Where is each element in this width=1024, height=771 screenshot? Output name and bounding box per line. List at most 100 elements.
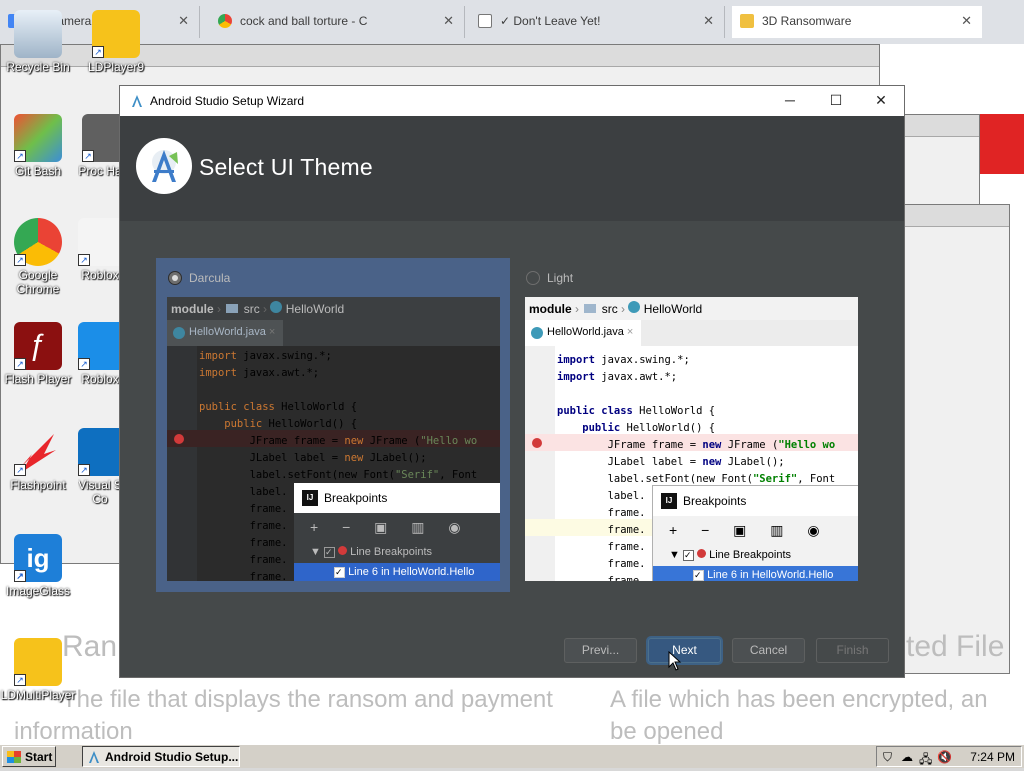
breakpoint-group-label: Line Breakpoints (709, 549, 792, 561)
minimize-icon[interactable]: ─ (770, 90, 810, 112)
expand-arrow-icon: ▼ (310, 546, 321, 558)
start-button[interactable]: Start (2, 746, 56, 767)
code-line: frame. (199, 554, 288, 566)
vscode-icon: ↗ (78, 428, 122, 476)
preview-breadcrumb: module › src › HelloWorld (525, 297, 858, 320)
shield-icon[interactable]: ⛉ (883, 750, 892, 765)
breakpoints-title: Breakpoints (683, 494, 747, 508)
desktop-icon-recycle-bin[interactable]: Recycle Bin (0, 10, 76, 74)
code-line: public class HelloWorld { (199, 401, 358, 413)
page-icon (478, 14, 492, 28)
breakpoints-toolbar: + − ▣ ▥ ◉ (669, 522, 830, 538)
desktop-icon-ldplayer9[interactable]: ↗ LDPlayer9 (78, 10, 154, 74)
editor-tab: HelloWorld.java × (167, 320, 284, 346)
breakpoint-item-row: ✓ Line 6 in HelloWorld.Hello (294, 563, 500, 581)
chrome-icon: ↗ (14, 218, 62, 266)
close-tab-icon[interactable]: ✕ (443, 13, 454, 29)
light-radio[interactable] (526, 271, 540, 285)
theme-option-light[interactable]: Light module › src › HelloWorld HelloWor… (514, 258, 868, 592)
editor-gutter (525, 346, 555, 581)
windows-logo-icon (7, 751, 21, 763)
code-line: label. (199, 486, 288, 498)
desktop-icon-label: LDPlayer9 (87, 60, 145, 74)
browser-tab[interactable]: ✓ Don't Leave Yet! ✕ (470, 6, 725, 38)
desktop-icon-label: LDMultiPlayer (0, 688, 76, 702)
roblox-studio-icon: ↗ (78, 322, 122, 370)
darcula-label: Darcula (189, 271, 231, 285)
dialog-title: Android Studio Setup Wizard (150, 94, 305, 108)
breakpoint-item-row: ✓ Line 6 in HelloWorld.Hello (653, 566, 858, 581)
breakpoints-title: Breakpoints (324, 491, 388, 505)
finish-button[interactable]: Finish (816, 638, 889, 663)
desktop-icon-ldmultiplayer[interactable]: ↗ LDMultiPlayer (0, 638, 76, 702)
browser-tab[interactable]: 3D Ransomware ✕ (732, 6, 982, 38)
previous-button[interactable]: Previ... (564, 638, 637, 663)
breadcrumb-src: src (243, 302, 260, 316)
browser-tab[interactable]: cock and ball torture - C ✕ (210, 6, 465, 38)
desktop-icon-roblox-studio[interactable]: ↗ Roblox (78, 322, 122, 386)
desktop-icon-google-chrome[interactable]: ↗ Google Chrome (0, 218, 76, 296)
breadcrumb-file: HelloWorld (643, 302, 703, 316)
theme-option-darcula[interactable]: Darcula module › src › HelloWorld HelloW… (156, 258, 510, 592)
desktop-icon-roblox[interactable]: ↗ Roblox (78, 218, 122, 282)
code-line: public class HelloWorld { (557, 405, 716, 417)
android-studio-icon (87, 750, 101, 766)
breakpoints-popup: IJ Breakpoints + − ▣ ▥ ◉ ▼ ✓ Line Breakp… (652, 485, 858, 581)
checkbox-icon: ✓ (323, 547, 335, 558)
taskbar-item-android-studio[interactable]: Android Studio Setup... (82, 746, 240, 767)
intellij-icon: IJ (661, 493, 677, 509)
desktop-icon-imageglass[interactable]: ig ↗ ImageGlass (0, 534, 76, 598)
recycle-bin-icon (14, 10, 62, 58)
intellij-icon: IJ (302, 490, 318, 506)
wizard-body: Darcula module › src › HelloWorld HelloW… (120, 221, 904, 677)
taskbar-item-label: Android Studio Setup... (105, 750, 239, 764)
close-tab-icon[interactable]: ✕ (961, 13, 972, 29)
close-icon[interactable]: ✕ (861, 90, 901, 112)
desktop-icon-visual-studio-code[interactable]: ↗ Visual S Co (78, 428, 122, 506)
clock[interactable]: 7:24 PM (970, 750, 1015, 764)
desktop-icon-flash-player[interactable]: ƒ ↗ Flash Player (0, 322, 76, 386)
close-tab-icon[interactable]: ✕ (703, 13, 714, 29)
background-window (900, 204, 1010, 674)
breakpoint-group-row: ▼ ✓ Line Breakpoints (653, 546, 858, 566)
desktop-icon-label: Visual S Co (78, 478, 122, 506)
background-text: The file that displays the ransom and pa… (62, 686, 553, 713)
taskbar: Start Android Studio Setup... ⛉ ☁ 🖧 🔇 7:… (0, 744, 1024, 768)
cancel-button[interactable]: Cancel (732, 638, 805, 663)
volume-icon[interactable]: 🔇 (937, 750, 952, 764)
ldmultiplayer-icon: ↗ (14, 638, 62, 686)
code-line: frame. (557, 558, 646, 570)
code-line: label.setFont(new Font("Serif", Font (199, 469, 478, 481)
code-line: frame. (199, 503, 288, 515)
close-tab-icon[interactable]: ✕ (178, 13, 189, 29)
class-icon (270, 301, 283, 313)
breakpoint-item-label: Line 6 in HelloWorld.Hello (348, 566, 475, 578)
breakpoint-dot-icon (697, 549, 707, 558)
page-title: Select UI Theme (199, 154, 373, 180)
desktop-icon-label: Google Chrome (16, 268, 60, 296)
cloud-icon[interactable]: ☁ (901, 750, 913, 764)
code-line: import javax.swing.*; (557, 354, 690, 366)
preview-breadcrumb: module › src › HelloWorld (167, 297, 500, 320)
desktop-icon-git-bash[interactable]: ↗ Git Bash (0, 114, 76, 178)
light-preview: module › src › HelloWorld HelloWorld.jav… (525, 297, 858, 581)
breakpoint-dot-icon (338, 546, 348, 555)
maximize-icon[interactable]: ☐ (816, 90, 856, 112)
background-heading: ted File (906, 630, 1005, 663)
code-line: frame. (557, 524, 646, 536)
breadcrumb-module: module (529, 302, 572, 316)
darcula-radio[interactable] (168, 271, 182, 285)
next-button[interactable]: Next (648, 638, 721, 663)
code-line: JLabel label = new JLabel(); (557, 456, 785, 468)
flashpoint-icon: ↗ (14, 428, 62, 476)
git-bash-icon: ↗ (14, 114, 62, 162)
breakpoint-icon (532, 438, 542, 448)
code-line: import javax.awt.*; (199, 367, 320, 379)
code-line: public HelloWorld() { (557, 422, 716, 434)
editor-gutter (167, 346, 197, 581)
browser-tab-label: ✓ Don't Leave Yet! (500, 14, 601, 28)
checkbox-icon: ✓ (682, 550, 694, 561)
desktop-icon-flashpoint[interactable]: ↗ Flashpoint (0, 428, 76, 492)
breakpoints-header: IJ Breakpoints (294, 483, 500, 513)
editor-tab: HelloWorld.java × (525, 320, 642, 346)
